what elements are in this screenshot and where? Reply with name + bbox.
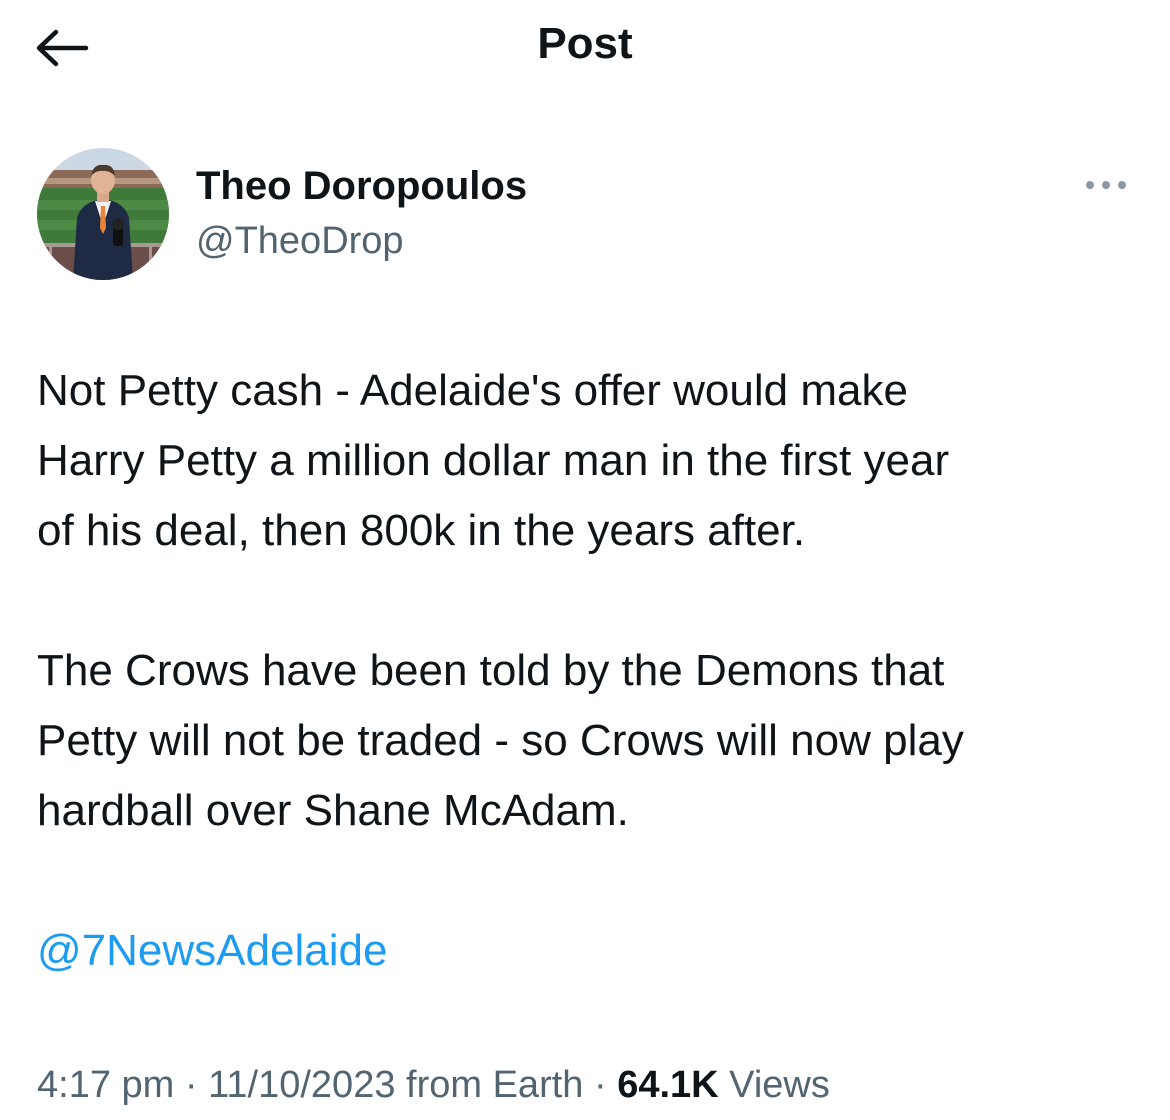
- meta-separator: ·: [593, 1064, 607, 1106]
- page-title: Post: [537, 19, 633, 68]
- post-paragraph-2: The Crows have been told by the Demons t…: [37, 646, 964, 835]
- views-count[interactable]: 64.1K: [617, 1064, 718, 1106]
- post-paragraph-1: Not Petty cash - Adelaide's offer would …: [37, 366, 950, 555]
- avatar-image: [37, 148, 169, 280]
- mention-link[interactable]: @7NewsAdelaide: [37, 916, 387, 986]
- meta-separator: ·: [184, 1064, 198, 1106]
- post-date[interactable]: 11/10/2023: [208, 1064, 395, 1106]
- more-options-button[interactable]: [1078, 170, 1134, 200]
- avatar[interactable]: [37, 148, 169, 280]
- more-horizontal-icon: [1086, 181, 1126, 189]
- post-metadata: 4:17 pm · 11/10/2023 from Earth · 64.1K …: [37, 1055, 830, 1115]
- top-bar: Post: [0, 0, 1170, 90]
- post-text: Not Petty cash - Adelaide's offer would …: [37, 356, 1137, 986]
- author-block: Theo Doropoulos @TheoDrop: [196, 160, 527, 266]
- post-time[interactable]: 4:17 pm: [37, 1064, 174, 1106]
- author-handle[interactable]: @TheoDrop: [196, 216, 527, 266]
- author-display-name[interactable]: Theo Doropoulos: [196, 160, 527, 212]
- views-label: Views: [729, 1064, 830, 1106]
- post-source: from Earth: [406, 1064, 584, 1106]
